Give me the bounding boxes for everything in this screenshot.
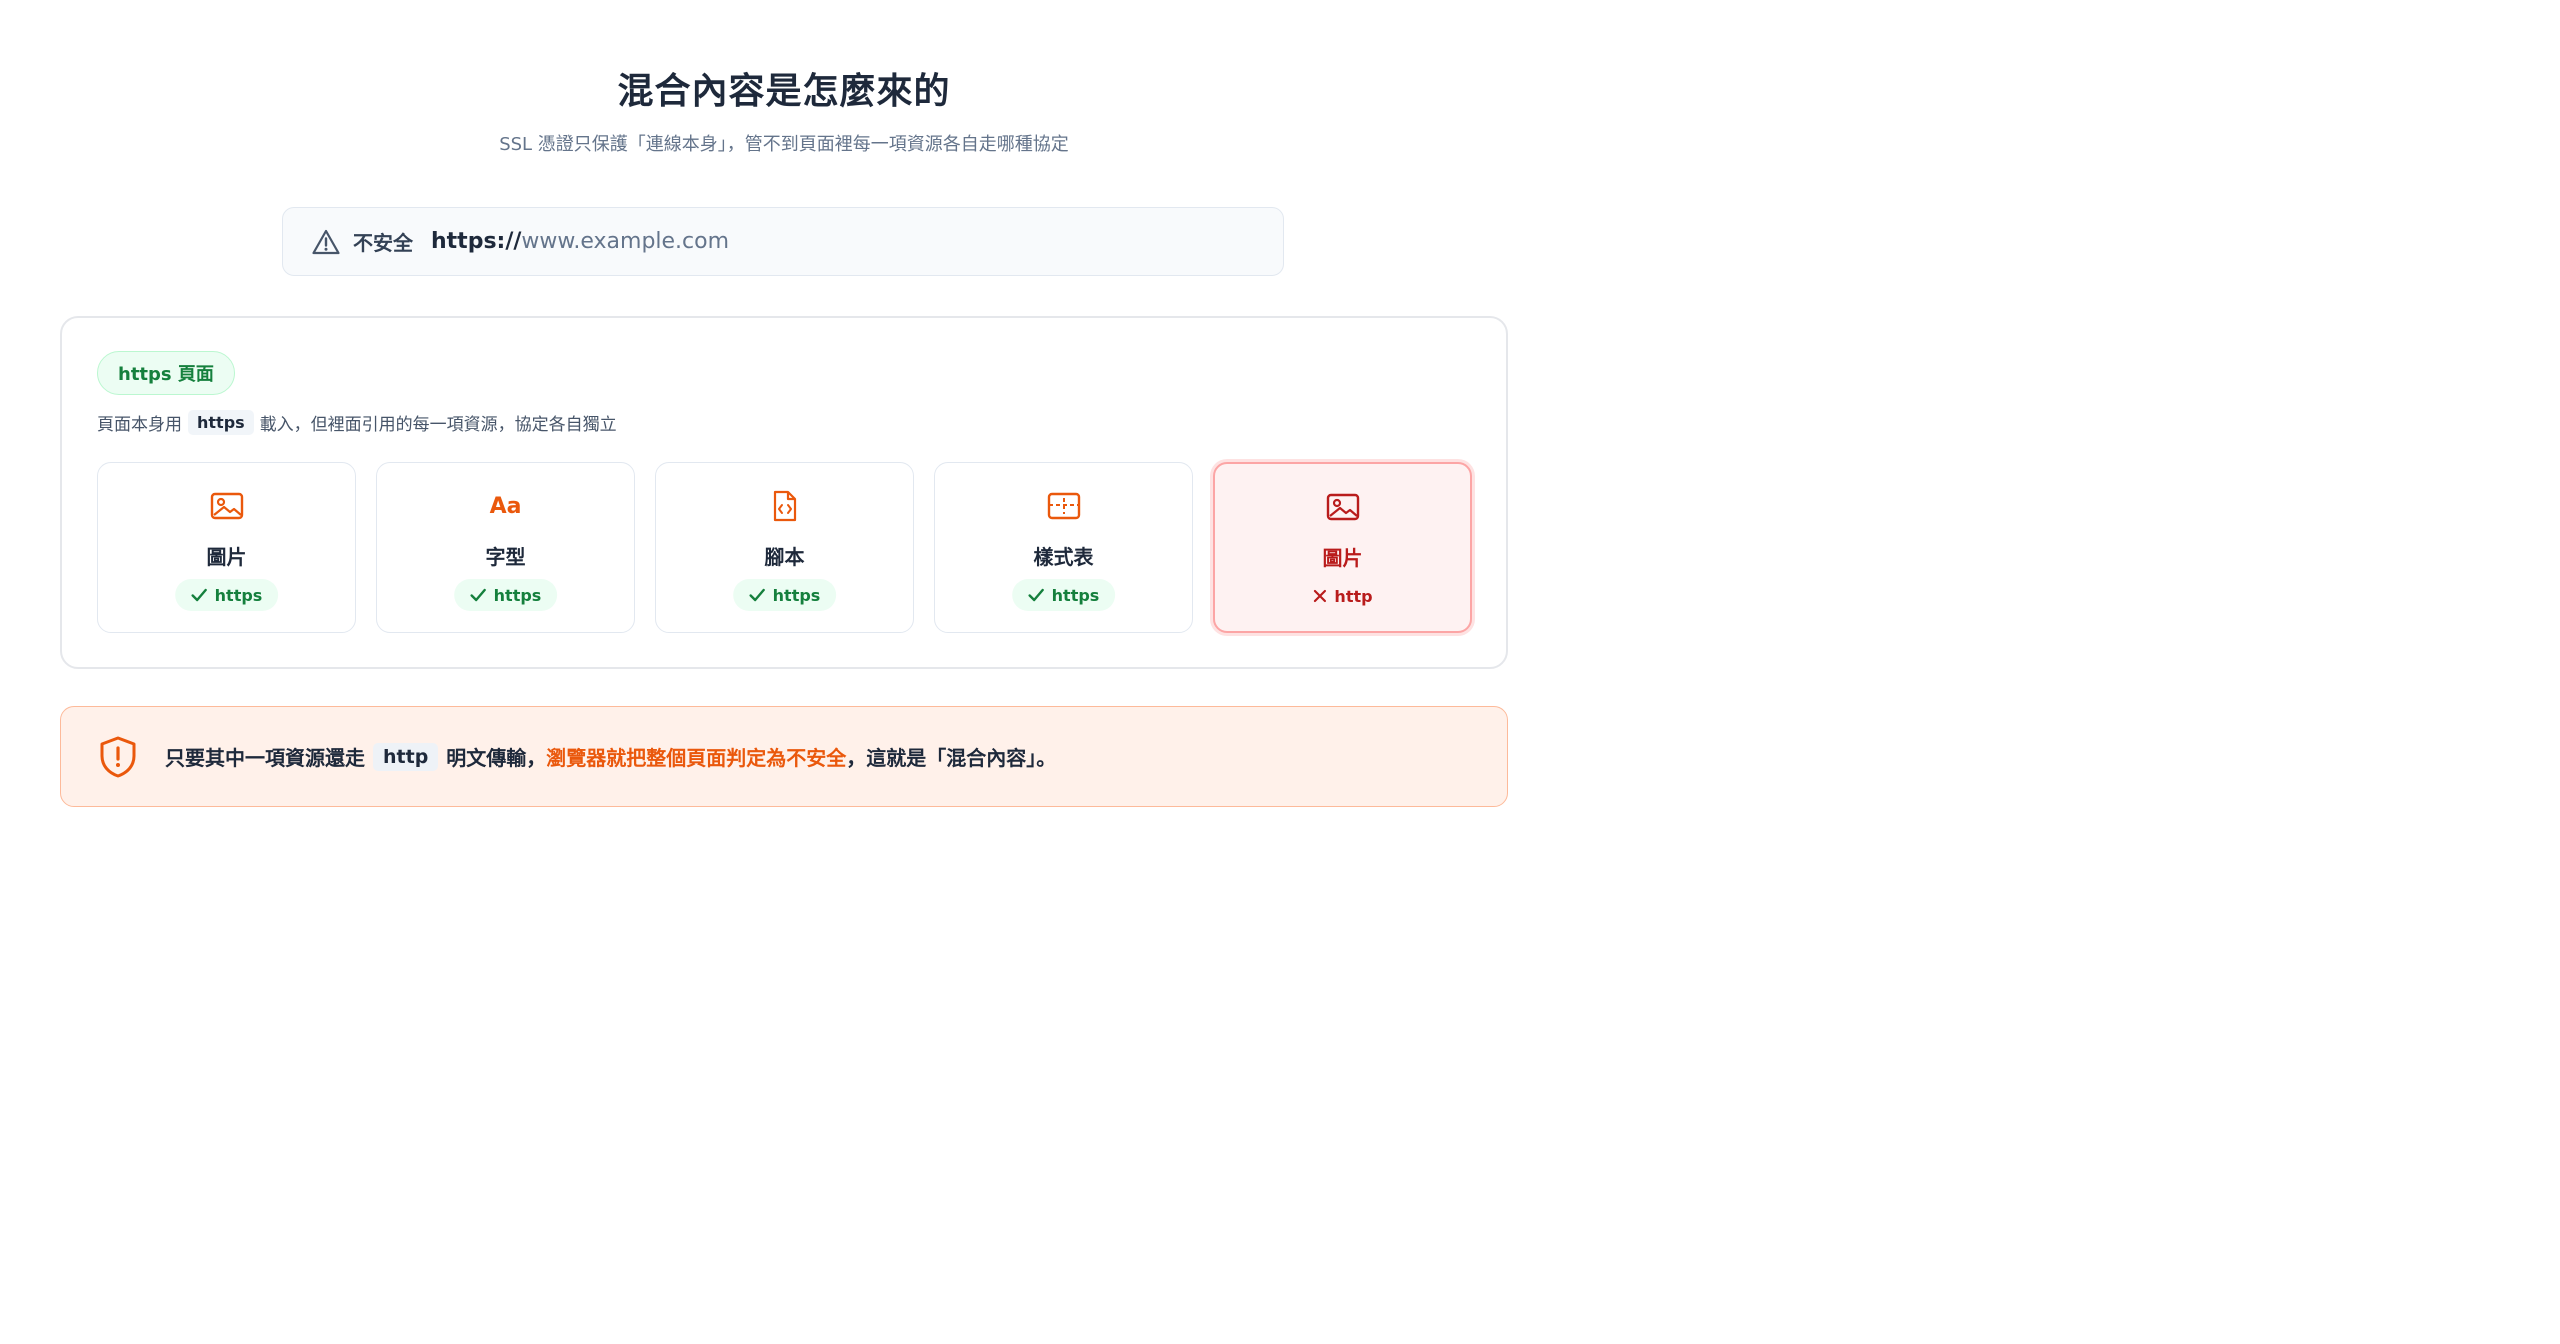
alert-highlight: 瀏覽器就把整個頁面判定為不安全 (546, 746, 847, 770)
page-subtitle: SSL 憑證只保護「連線本身」，管不到頁面裡每一項資源各自走哪種協定 (499, 134, 1069, 155)
protocol-label: https (214, 585, 263, 605)
desc-code: https (188, 410, 254, 435)
image-icon (98, 489, 355, 523)
alert-text-middle: 明文傳輸， (446, 746, 547, 770)
resource-name: 樣式表 (1033, 545, 1094, 569)
alert-message: 只要其中一項資源還走 http 明文傳輸， 瀏覽器就把整個頁面判定為不安全 ，這… (165, 742, 1056, 771)
not-secure-label[interactable]: 不安全 (353, 227, 413, 256)
resource-name: 腳本 (764, 545, 805, 569)
resource-name: 圖片 (206, 545, 247, 569)
resource-card-image-insecure: 圖片 http (1213, 462, 1472, 633)
image-icon (1215, 490, 1470, 524)
resource-card-font: Aa 字型 https (376, 462, 635, 633)
shield-exclamation-icon (97, 734, 139, 780)
resource-card-image: 圖片 https (97, 462, 356, 633)
resource-name: 圖片 (1322, 546, 1363, 570)
url-host: www.example.com (521, 229, 730, 254)
check-icon (190, 588, 207, 602)
protocol-badge: https (174, 579, 279, 611)
protocol-badge: https (453, 579, 558, 611)
panel-description: 頁面本身用 https 載入，但裡面引用的每一項資源，協定各自獨立 (97, 410, 617, 435)
resource-name: 字型 (485, 545, 526, 569)
protocol-label: https (493, 585, 542, 605)
protocol-badge: https (732, 579, 837, 611)
page: 混合內容是怎麼來的 SSL 憑證只保護「連線本身」，管不到頁面裡每一項資源各自走… (0, 0, 1568, 826)
desc-text-after: 載入，但裡面引用的每一項資源，協定各自獨立 (259, 415, 617, 435)
script-file-icon (656, 489, 913, 523)
browser-address-bar[interactable]: 不安全 https:// www.example.com (282, 207, 1284, 276)
font-icon: Aa (377, 489, 634, 523)
https-page-badge: https 頁面 (97, 351, 235, 395)
protocol-badge: https (1011, 579, 1116, 611)
protocol-label: http (1334, 586, 1373, 606)
check-icon (748, 588, 765, 602)
stylesheet-icon (935, 489, 1192, 523)
alert-text-before: 只要其中一項資源還走 (165, 746, 365, 770)
protocol-label: https (1051, 585, 1100, 605)
resource-card-script: 腳本 https (655, 462, 914, 633)
check-icon (1027, 588, 1044, 602)
warning-triangle-icon[interactable] (311, 227, 341, 257)
https-page-panel: https 頁面 頁面本身用 https 載入，但裡面引用的每一項資源，協定各自… (60, 316, 1508, 669)
font-icon-text: Aa (489, 493, 522, 519)
protocol-badge: http (1296, 580, 1388, 612)
page-title: 混合內容是怎麼來的 (617, 71, 951, 112)
alert-text-after: ，這就是「混合內容」。 (846, 746, 1057, 770)
resource-card-stylesheet: 樣式表 https (934, 462, 1193, 633)
check-icon (469, 588, 486, 602)
mixed-content-alert: 只要其中一項資源還走 http 明文傳輸， 瀏覽器就把整個頁面判定為不安全 ，這… (60, 706, 1508, 807)
url-scheme: https:// (431, 229, 522, 254)
alert-code: http (373, 742, 439, 771)
resource-cards: 圖片 https Aa 字型 https 腳本 https 樣式表 https … (97, 462, 1472, 633)
cross-icon (1312, 589, 1326, 603)
protocol-label: https (772, 585, 821, 605)
desc-text-before: 頁面本身用 (97, 415, 182, 435)
